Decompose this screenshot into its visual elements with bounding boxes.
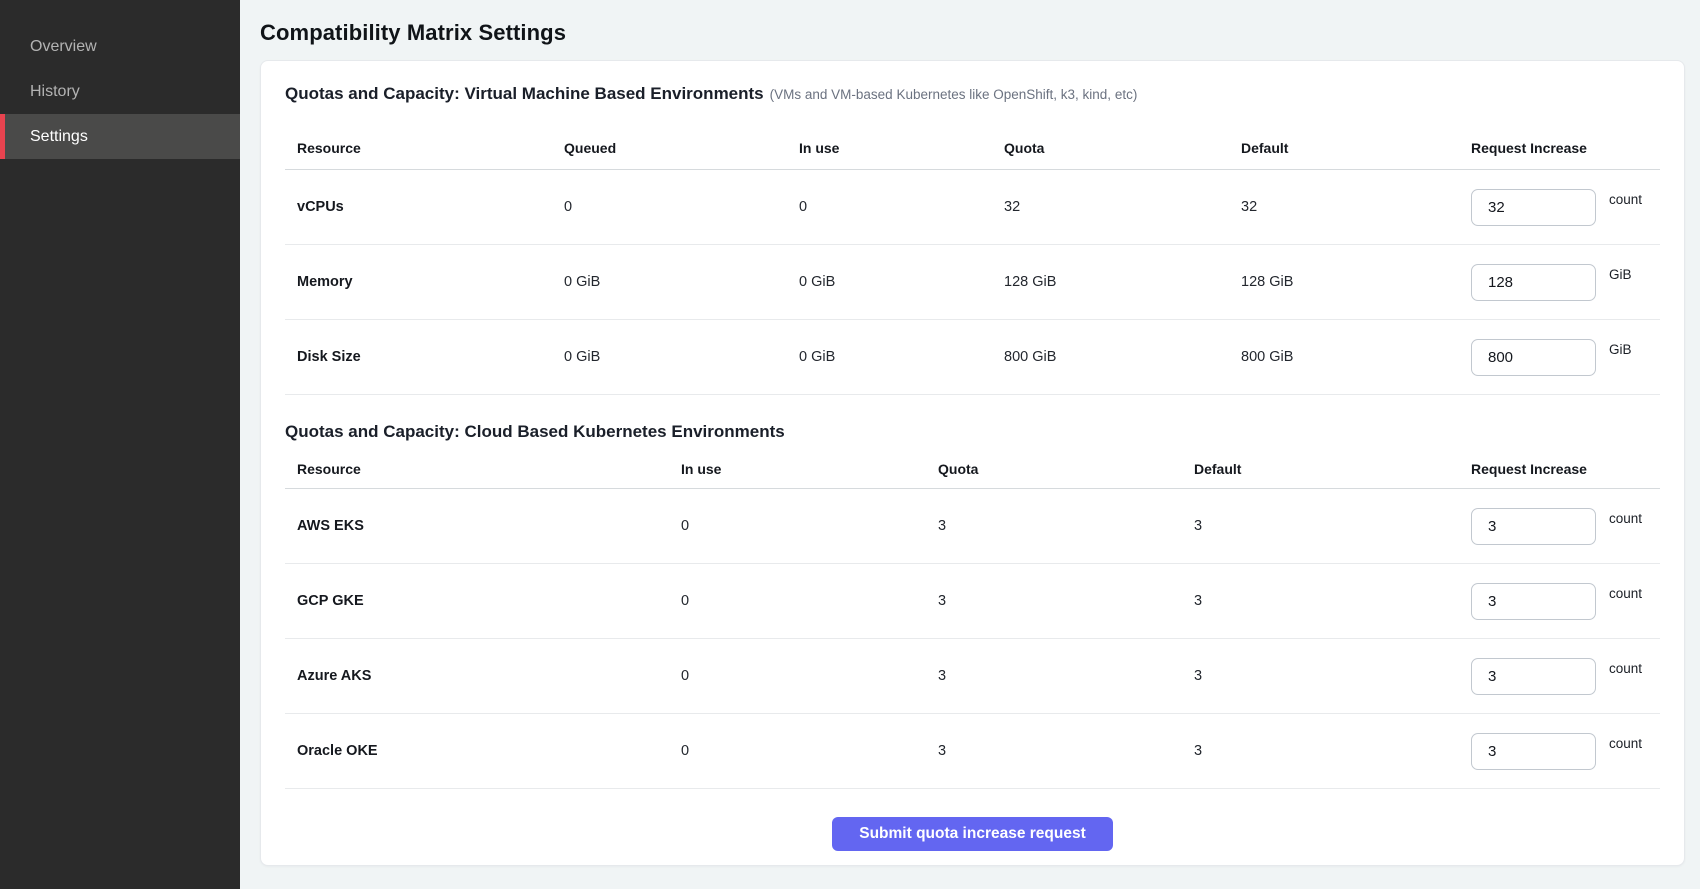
cell-resource: vCPUs [285,199,564,215]
submit-area: Submit quota increase request [285,789,1660,866]
request-increase-input-gcp-gke[interactable] [1471,583,1596,620]
unit-label: count [1609,511,1642,526]
cell-request-increase: count [1471,583,1660,620]
cell-resource: Memory [285,274,564,290]
cell-resource: Disk Size [285,349,564,365]
main-content: Compatibility Matrix Settings Quotas and… [240,0,1700,889]
cell-default: 3 [1194,668,1471,684]
vm-section-title: Quotas and Capacity: Virtual Machine Bas… [285,84,764,103]
col-header-quota: Quota [1004,140,1241,156]
col-header-request-increase: Request Increase [1471,461,1660,477]
k8s-table-header-row: Resource In use Quota Default Request In… [285,449,1660,489]
sidebar-item-label: Overview [30,38,97,55]
submit-quota-increase-button[interactable]: Submit quota increase request [832,817,1113,851]
cell-queued: 0 GiB [564,349,799,365]
cell-request-increase: GiB [1471,339,1660,376]
request-increase-input-memory[interactable] [1471,264,1596,301]
unit-label: GiB [1609,267,1632,282]
col-header-request-increase: Request Increase [1471,140,1660,156]
cell-request-increase: count [1471,189,1660,226]
sidebar-item-settings[interactable]: Settings [0,114,240,159]
request-increase-input-oracle-oke[interactable] [1471,733,1596,770]
sidebar: Overview History Settings [0,0,240,889]
cell-default: 3 [1194,518,1471,534]
table-row-aws-eks: AWS EKS 0 3 3 count [285,489,1660,564]
cell-quota: 800 GiB [1004,349,1241,365]
table-row-vcpus: vCPUs 0 0 32 32 count [285,170,1660,245]
cell-default: 128 GiB [1241,274,1471,290]
k8s-quota-table: Resource In use Quota Default Request In… [285,449,1660,789]
k8s-section-title: Quotas and Capacity: Cloud Based Kuberne… [285,422,785,441]
sidebar-item-overview[interactable]: Overview [0,24,240,69]
cell-default: 32 [1241,199,1471,215]
vm-quota-table: Resource Queued In use Quota Default Req… [285,126,1660,395]
cell-resource: Azure AKS [285,668,681,684]
vm-section-subtitle: (VMs and VM-based Kubernetes like OpenSh… [770,87,1138,102]
cell-default: 3 [1194,593,1471,609]
cell-in-use: 0 [681,743,938,759]
request-increase-input-disk-size[interactable] [1471,339,1596,376]
cell-quota: 3 [938,518,1194,534]
col-header-queued: Queued [564,140,799,156]
unit-label: count [1609,661,1642,676]
cell-in-use: 0 GiB [799,274,1004,290]
request-increase-input-vcpus[interactable] [1471,189,1596,226]
col-header-quota: Quota [938,461,1194,477]
unit-label: GiB [1609,342,1632,357]
table-row-oracle-oke: Oracle OKE 0 3 3 count [285,714,1660,789]
unit-label: count [1609,736,1642,751]
col-header-default: Default [1241,140,1471,156]
sidebar-item-history[interactable]: History [0,69,240,114]
cell-in-use: 0 [681,668,938,684]
cell-request-increase: count [1471,508,1660,545]
cell-default: 800 GiB [1241,349,1471,365]
cell-in-use: 0 GiB [799,349,1004,365]
active-indicator-bar [0,114,5,159]
settings-card: Quotas and Capacity: Virtual Machine Bas… [260,60,1685,866]
table-row-disk-size: Disk Size 0 GiB 0 GiB 800 GiB 800 GiB Gi… [285,320,1660,395]
cell-default: 3 [1194,743,1471,759]
page-title: Compatibility Matrix Settings [260,20,1685,46]
col-header-resource: Resource [285,461,681,477]
sidebar-item-label: History [30,83,80,100]
cell-resource: GCP GKE [285,593,681,609]
request-increase-input-azure-aks[interactable] [1471,658,1596,695]
cell-resource: Oracle OKE [285,743,681,759]
col-header-in-use: In use [681,461,938,477]
table-row-azure-aks: Azure AKS 0 3 3 count [285,639,1660,714]
unit-label: count [1609,586,1642,601]
cell-quota: 32 [1004,199,1241,215]
unit-label: count [1609,192,1642,207]
cell-queued: 0 [564,199,799,215]
cell-in-use: 0 [681,593,938,609]
cell-quota: 3 [938,743,1194,759]
cell-quota: 3 [938,668,1194,684]
sidebar-item-label: Settings [30,128,88,145]
table-row-memory: Memory 0 GiB 0 GiB 128 GiB 128 GiB GiB [285,245,1660,320]
cell-in-use: 0 [681,518,938,534]
cell-in-use: 0 [799,199,1004,215]
k8s-section-heading: Quotas and Capacity: Cloud Based Kuberne… [285,421,1660,443]
col-header-resource: Resource [285,140,564,156]
request-increase-input-aws-eks[interactable] [1471,508,1596,545]
table-row-gcp-gke: GCP GKE 0 3 3 count [285,564,1660,639]
cell-request-increase: count [1471,658,1660,695]
cell-resource: AWS EKS [285,518,681,534]
vm-section-heading: Quotas and Capacity: Virtual Machine Bas… [285,83,1660,106]
cell-quota: 3 [938,593,1194,609]
col-header-default: Default [1194,461,1471,477]
vm-table-header-row: Resource Queued In use Quota Default Req… [285,126,1660,170]
cell-queued: 0 GiB [564,274,799,290]
col-header-in-use: In use [799,140,1004,156]
cell-quota: 128 GiB [1004,274,1241,290]
cell-request-increase: count [1471,733,1660,770]
cell-request-increase: GiB [1471,264,1660,301]
